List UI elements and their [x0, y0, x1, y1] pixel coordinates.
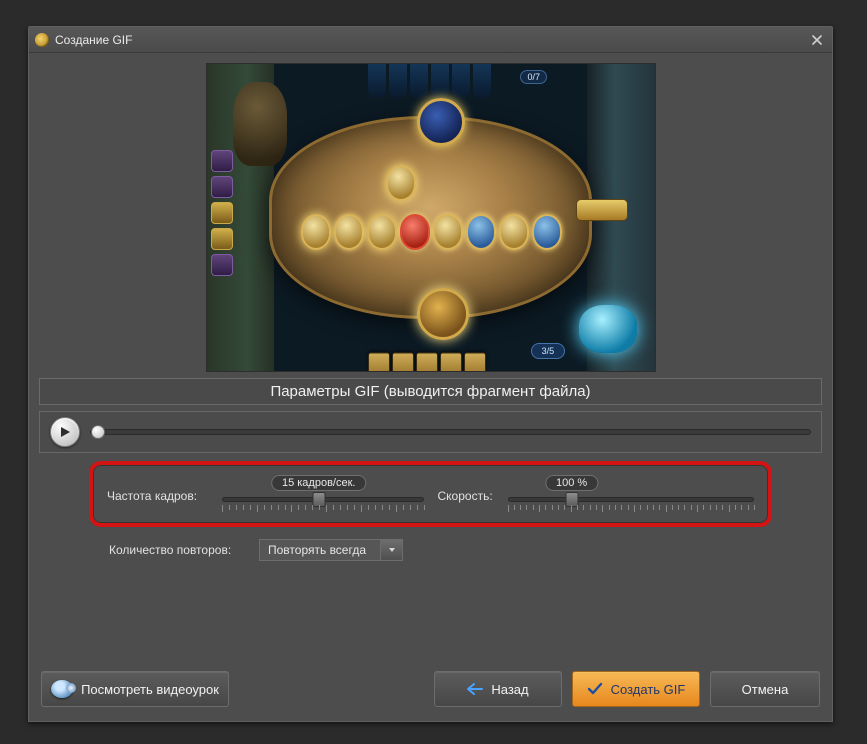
framerate-track[interactable]	[222, 497, 424, 502]
framerate-slider[interactable]: 15 кадров/сек.	[222, 479, 424, 513]
minion-row-bottom	[301, 214, 562, 250]
repeat-dropdown-button[interactable]	[380, 540, 402, 560]
button-group: Назад Создать GIF Отмена	[434, 671, 820, 707]
scene-crystal	[579, 305, 637, 353]
side-dock	[211, 150, 235, 276]
back-label: Назад	[491, 682, 528, 697]
app-icon	[35, 33, 49, 47]
speed-value-bubble: 100 %	[545, 475, 598, 491]
play-button[interactable]	[50, 417, 80, 447]
speed-ticks	[508, 505, 755, 513]
section-header: Параметры GIF (выводится фрагмент файла)	[39, 378, 822, 405]
preview-area: 0/7 3/5	[39, 63, 822, 372]
mana-counter: 3/5	[531, 343, 565, 359]
timeline-thumb[interactable]	[91, 425, 105, 439]
titlebar: Создание GIF	[29, 27, 832, 53]
end-turn-button	[576, 199, 628, 221]
repeat-combobox[interactable]: Повторять всегда	[259, 539, 403, 561]
minion-row-top	[386, 165, 416, 201]
cancel-label: Отмена	[742, 682, 789, 697]
framerate-label: Частота кадров:	[107, 489, 212, 503]
repeat-selected: Повторять всегда	[260, 540, 380, 560]
playback-bar	[39, 411, 822, 453]
speed-track[interactable]	[508, 497, 755, 502]
dialog-window: Создание GIF 0/7	[28, 26, 833, 722]
timeline-slider[interactable]	[90, 429, 811, 435]
chevron-down-icon	[388, 546, 396, 554]
dialog-content: 0/7 3/5	[29, 53, 832, 579]
close-icon	[812, 35, 822, 45]
scene-banners	[368, 64, 491, 98]
repeat-row: Количество повторов: Повторять всегда	[39, 539, 822, 579]
hero-bottom	[417, 288, 469, 340]
window-title: Создание GIF	[55, 33, 132, 47]
create-gif-button[interactable]: Создать GIF	[572, 671, 700, 707]
framerate-ticks	[222, 505, 424, 513]
play-icon	[59, 426, 71, 438]
framerate-value-bubble: 15 кадров/сек.	[271, 475, 367, 491]
repeat-label: Количество повторов:	[109, 543, 249, 557]
check-icon	[587, 682, 603, 696]
back-button[interactable]: Назад	[434, 671, 562, 707]
scene-tree	[233, 82, 287, 166]
hand-cards	[368, 352, 486, 372]
framerate-group: Частота кадров: 15 кадров/сек.	[107, 479, 424, 513]
footer: Посмотреть видеоурок Назад Создать GIF О…	[41, 671, 820, 707]
highlight-panel: Частота кадров: 15 кадров/сек. Скорость:…	[89, 461, 772, 527]
speed-group: Скорость: 100 %	[438, 479, 755, 513]
tutorial-button[interactable]: Посмотреть видеоурок	[41, 671, 229, 707]
video-preview[interactable]: 0/7 3/5	[206, 63, 656, 372]
top-counter: 0/7	[520, 70, 547, 84]
create-label: Создать GIF	[611, 682, 686, 697]
sliders-row: Частота кадров: 15 кадров/сек. Скорость:…	[107, 479, 754, 513]
webcam-icon	[51, 680, 73, 698]
close-button[interactable]	[808, 31, 826, 49]
arrow-left-icon	[467, 683, 483, 695]
speed-label: Скорость:	[438, 489, 498, 503]
speed-slider[interactable]: 100 %	[508, 479, 755, 513]
cancel-button[interactable]: Отмена	[710, 671, 820, 707]
hero-top	[417, 98, 465, 146]
tutorial-label: Посмотреть видеоурок	[81, 682, 219, 697]
